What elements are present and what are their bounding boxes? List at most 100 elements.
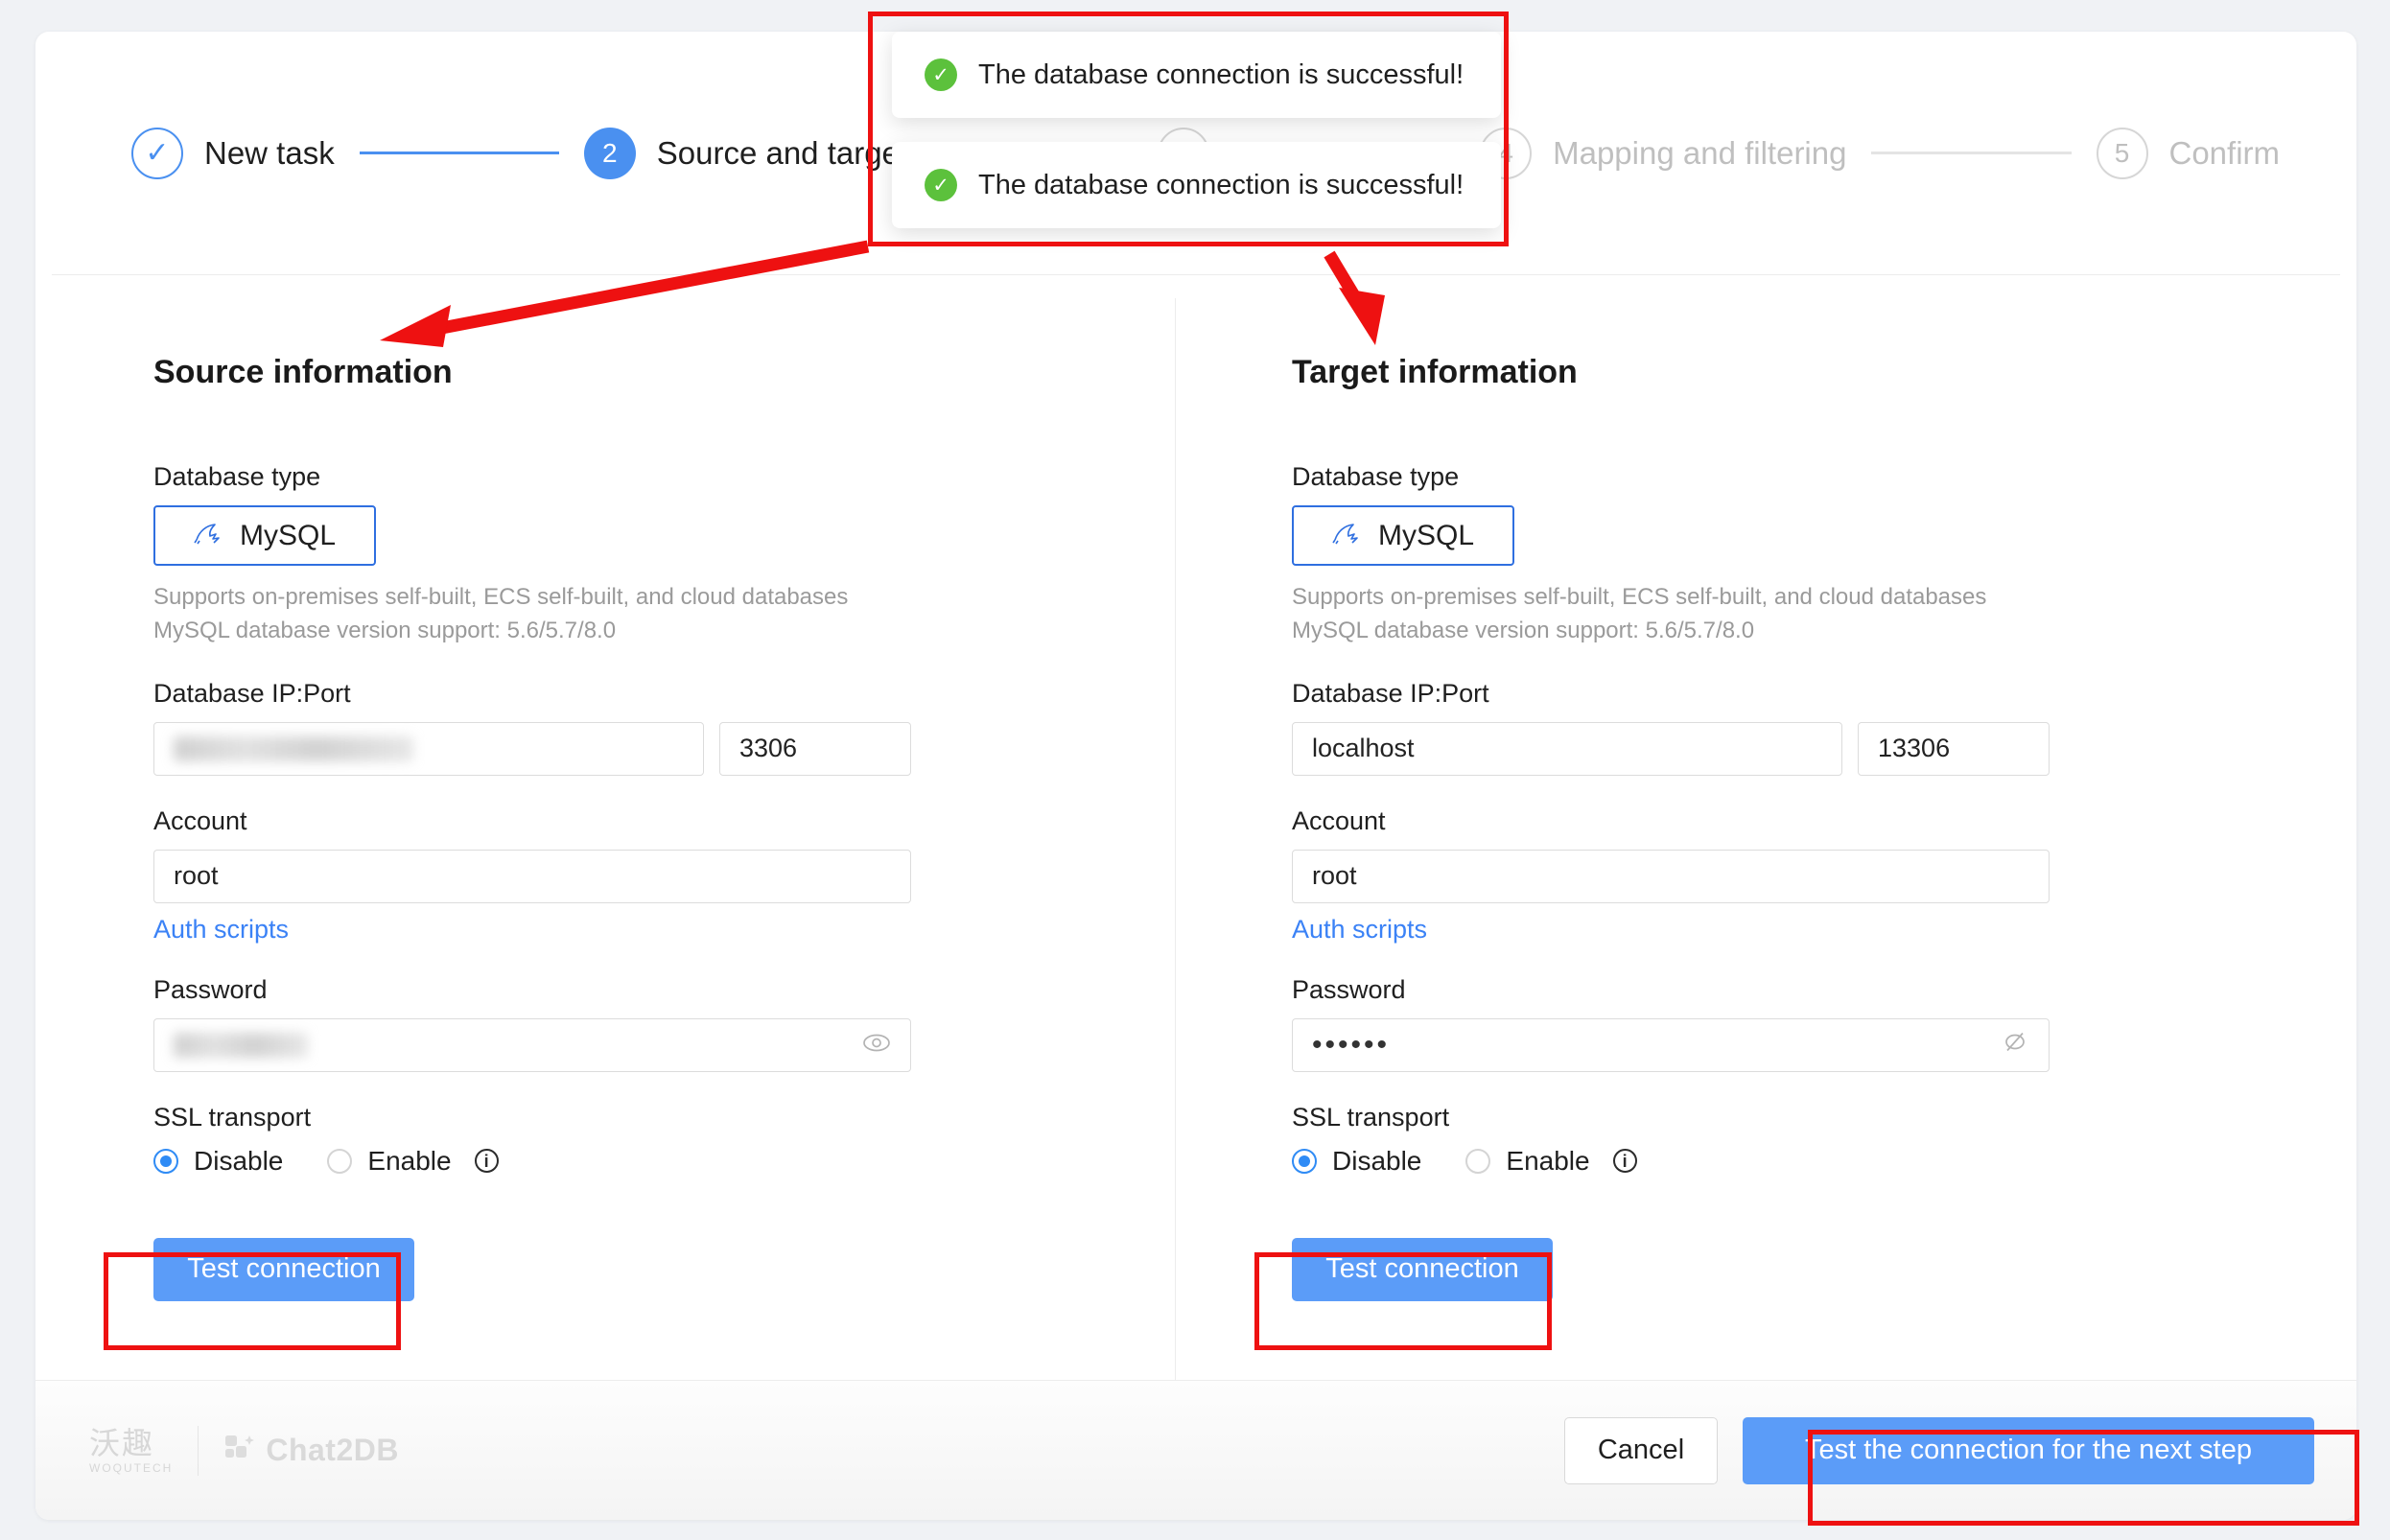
- target-information-panel: Target information Database type MySQL S…: [1196, 275, 2356, 1416]
- mysql-dolphin-icon: [194, 521, 226, 550]
- target-ssl-field: SSL transport Disable Enable i: [1292, 1103, 2356, 1177]
- target-ssl-label: SSL transport: [1292, 1102, 1450, 1132]
- brand-separator: [198, 1425, 199, 1476]
- target-db-type-label: Database type: [1292, 462, 1460, 491]
- source-account-input[interactable]: root: [153, 849, 911, 903]
- chat2db-mark-icon: [223, 1433, 256, 1468]
- step-2-marker: 2: [583, 127, 636, 179]
- source-port-value: 3306: [739, 734, 798, 763]
- check-circle-icon: ✓: [925, 58, 957, 91]
- source-password-label: Password: [153, 974, 268, 1004]
- source-test-connection-button[interactable]: Test connection: [153, 1237, 414, 1301]
- next-button-wrap: Test the connection for the next step: [1743, 1416, 2314, 1484]
- target-db-type-option-mysql[interactable]: MySQL: [1292, 505, 1514, 566]
- step-5-label: Confirm: [2168, 134, 2281, 171]
- wizard-footer: 沃趣 WOQUTECH Chat2DB Cancel Test the conn…: [35, 1380, 2356, 1520]
- target-account-field: Account root Auth scripts: [1292, 806, 2356, 945]
- target-account-input[interactable]: root: [1292, 849, 2050, 903]
- target-test-connection-button[interactable]: Test connection: [1292, 1237, 1553, 1301]
- target-password-value: ••••••: [1312, 1028, 1391, 1061]
- brand-logos: 沃趣 WOQUTECH Chat2DB: [89, 1425, 399, 1476]
- toast-notification[interactable]: ✓ The database connection is successful!: [892, 142, 1501, 228]
- source-ssl-enable-radio[interactable]: [327, 1148, 353, 1174]
- target-test-connection-wrap: Test connection: [1292, 1237, 1553, 1301]
- woqutech-logo-en: WOQUTECH: [89, 1460, 174, 1475]
- target-db-type-value: MySQL: [1377, 519, 1475, 551]
- source-ssl-enable-label: Enable: [367, 1145, 452, 1176]
- target-host-input[interactable]: localhost: [1292, 721, 1842, 776]
- source-db-type-label: Database type: [153, 462, 321, 491]
- target-ssl-enable-label: Enable: [1506, 1145, 1590, 1176]
- step-2-label: Source and target: [656, 134, 909, 171]
- target-ip-port-label: Database IP:Port: [1292, 678, 1489, 708]
- source-ssl-radio-group: Disable Enable i: [153, 1146, 1196, 1177]
- test-connection-next-step-button[interactable]: Test the connection for the next step: [1743, 1416, 2314, 1484]
- target-port-value: 13306: [1878, 734, 1951, 763]
- source-test-connection-wrap: Test connection: [153, 1237, 414, 1301]
- target-ip-port-row: localhost 13306: [1292, 721, 2356, 776]
- chat2db-logo: Chat2DB: [223, 1433, 399, 1468]
- target-auth-scripts-link[interactable]: Auth scripts: [1292, 915, 1427, 945]
- cancel-button[interactable]: Cancel: [1564, 1416, 1718, 1484]
- source-password-field: Password: [153, 975, 1196, 1072]
- target-db-hint: Supports on-premises self-built, ECS sel…: [1292, 581, 2356, 648]
- step-new-task[interactable]: ✓ New task: [131, 127, 335, 179]
- eye-off-icon[interactable]: [2001, 1030, 2029, 1060]
- info-icon[interactable]: i: [474, 1149, 499, 1174]
- check-circle-icon: ✓: [925, 169, 957, 201]
- source-ssl-label: SSL transport: [153, 1102, 312, 1132]
- source-ssl-disable-label: Disable: [194, 1145, 284, 1176]
- wizard-card: ✓ New task 2 Source and target 3 4 Mappi…: [35, 32, 2356, 1520]
- source-host-redacted-value: [174, 735, 413, 761]
- target-db-hint-line1: Supports on-premises self-built, ECS sel…: [1292, 584, 1987, 610]
- source-information-panel: Source information Database type MySQL S…: [35, 275, 1196, 1416]
- source-auth-scripts-link[interactable]: Auth scripts: [153, 915, 289, 945]
- source-password-input[interactable]: [153, 1017, 911, 1072]
- toast-message: The database connection is successful!: [978, 169, 1464, 200]
- target-ssl-disable-radio[interactable]: [1292, 1148, 1317, 1174]
- source-port-input[interactable]: 3306: [719, 721, 911, 776]
- source-host-input[interactable]: [153, 721, 704, 776]
- target-account-label: Account: [1292, 805, 1386, 835]
- source-ip-port-row: 3306: [153, 721, 1196, 776]
- source-db-type-option-mysql[interactable]: MySQL: [153, 505, 376, 566]
- woqutech-logo-cn: 沃趣: [89, 1425, 155, 1460]
- source-db-hint: Supports on-premises self-built, ECS sel…: [153, 581, 1196, 648]
- step-connector-4: [1871, 152, 2072, 154]
- toast-notification[interactable]: ✓ The database connection is successful!: [892, 32, 1501, 118]
- woqutech-logo: 沃趣 WOQUTECH: [89, 1428, 173, 1474]
- source-db-hint-line1: Supports on-premises self-built, ECS sel…: [153, 584, 849, 610]
- chat2db-wordmark: Chat2DB: [266, 1433, 399, 1467]
- check-icon: ✓: [145, 136, 170, 169]
- target-password-field: Password ••••••: [1292, 975, 2356, 1072]
- step-source-and-target[interactable]: 2 Source and target: [583, 127, 909, 179]
- target-password-input[interactable]: ••••••: [1292, 1017, 2050, 1072]
- form-columns: Source information Database type MySQL S…: [35, 275, 2356, 1416]
- target-account-value: root: [1312, 861, 1357, 891]
- info-icon[interactable]: i: [1612, 1149, 1637, 1174]
- source-account-label: Account: [153, 805, 247, 835]
- eye-icon[interactable]: [862, 1030, 891, 1060]
- source-password-redacted-value: [174, 1032, 308, 1058]
- source-ip-port-field: Database IP:Port 3306: [153, 679, 1196, 776]
- step-confirm[interactable]: 5 Confirm: [2096, 127, 2281, 179]
- step-1-marker: ✓: [131, 127, 183, 179]
- mysql-dolphin-icon: [1332, 521, 1365, 550]
- source-db-type-field: Database type MySQL Supports on-premises…: [153, 462, 1196, 648]
- step-4-label: Mapping and filtering: [1553, 134, 1847, 171]
- source-ssl-disable-radio[interactable]: [153, 1148, 178, 1174]
- source-ip-port-label: Database IP:Port: [153, 678, 351, 708]
- target-ssl-radio-group: Disable Enable i: [1292, 1146, 2356, 1177]
- target-db-type-field: Database type MySQL Supports on-premises…: [1292, 462, 2356, 648]
- target-host-value: localhost: [1312, 734, 1415, 763]
- step-mapping-and-filtering[interactable]: 4 Mapping and filtering: [1480, 127, 1847, 179]
- target-ssl-enable-radio[interactable]: [1465, 1148, 1491, 1174]
- step-5-marker: 5: [2096, 127, 2148, 179]
- source-section-title: Source information: [153, 354, 453, 390]
- step-connector-1: [359, 152, 559, 154]
- target-ssl-disable-label: Disable: [1332, 1145, 1422, 1176]
- target-section-title: Target information: [1292, 354, 1578, 390]
- target-port-input[interactable]: 13306: [1858, 721, 2050, 776]
- app-root: ✓ New task 2 Source and target 3 4 Mappi…: [0, 0, 2390, 1540]
- toast-message: The database connection is successful!: [978, 58, 1464, 90]
